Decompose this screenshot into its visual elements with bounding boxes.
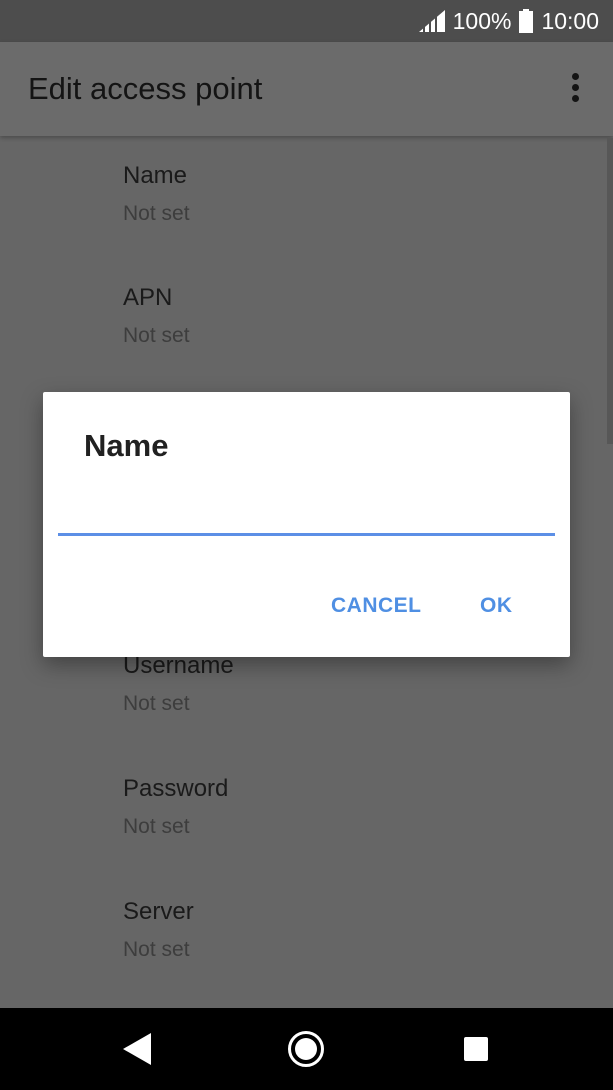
page-title: Edit access point — [28, 71, 263, 106]
pref-title: APN — [123, 284, 173, 311]
pref-title: Password — [123, 775, 229, 802]
home-icon[interactable] — [287, 1030, 325, 1073]
battery-icon — [519, 9, 534, 33]
overflow-menu-icon[interactable] — [563, 73, 587, 107]
pref-summary: Not set — [123, 202, 190, 225]
pref-title: Name — [123, 162, 188, 189]
status-bar: 100% 10:00 — [0, 0, 613, 42]
clock: 10:00 — [541, 7, 599, 34]
pref-item-name[interactable]: Name Not set — [123, 136, 543, 259]
pref-item-password[interactable]: Password Not set — [123, 749, 543, 872]
scrollbar[interactable] — [607, 138, 613, 444]
pref-item-server[interactable]: Server Not set — [123, 872, 543, 995]
pref-summary: Not set — [123, 815, 190, 838]
navigation-bar — [0, 1008, 613, 1090]
name-input[interactable] — [58, 490, 555, 536]
pref-summary: Not set — [123, 324, 190, 347]
recent-apps-icon[interactable] — [464, 1037, 488, 1061]
signal-icon — [418, 10, 445, 32]
name-dialog: Name CANCEL OK — [43, 392, 570, 657]
battery-percent: 100% — [452, 7, 512, 34]
ok-button[interactable]: OK — [470, 588, 523, 624]
dialog-title: Name — [84, 428, 169, 463]
status-icons: 100% 10:00 — [418, 0, 599, 42]
app-bar: Edit access point — [0, 42, 613, 136]
back-icon[interactable] — [122, 1033, 152, 1070]
pref-summary: Not set — [123, 938, 190, 961]
pref-title: Server — [123, 898, 194, 925]
pref-item-apn[interactable]: APN Not set — [123, 258, 543, 381]
cancel-button[interactable]: CANCEL — [321, 588, 432, 624]
pref-summary: Not set — [123, 692, 190, 715]
